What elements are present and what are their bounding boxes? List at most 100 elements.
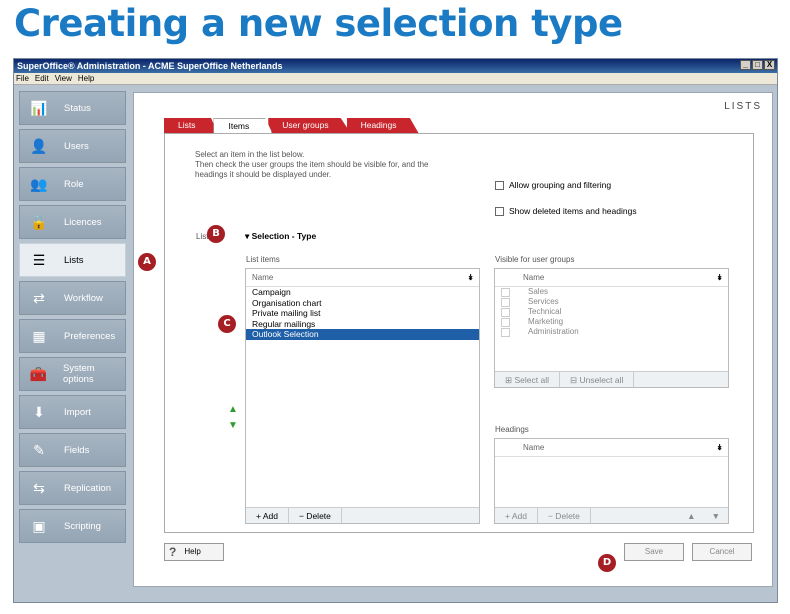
unselect-all-button[interactable]: ⊟ Unselect all — [560, 372, 635, 387]
add-heading-button[interactable]: + Add — [495, 508, 538, 523]
window-titlebar: SuperOffice® Administration - ACME Super… — [14, 59, 777, 73]
group-row[interactable]: Sales — [495, 287, 728, 297]
sidebar-item-label: Import — [64, 406, 91, 418]
select-all-button[interactable]: ⊞ Select all — [495, 372, 560, 387]
sidebar-item-label: Role — [64, 178, 84, 190]
checkbox-box[interactable] — [495, 206, 504, 216]
workflow-icon: ⇄ — [33, 289, 45, 306]
scripting-icon: ▣ — [32, 517, 46, 534]
sidebar-item-system-options[interactable]: 🧰 System options — [19, 357, 126, 391]
headings-column-header[interactable]: Name ↡ — [495, 439, 728, 457]
sidebar-item-preferences[interactable]: ▦ Preferences — [19, 319, 126, 353]
group-label: Marketing — [528, 317, 564, 326]
group-label: Services — [528, 297, 559, 306]
column-label: Name — [523, 443, 545, 452]
fields-icon: ✎ — [33, 441, 45, 458]
group-row[interactable]: Services — [495, 297, 728, 307]
delete-heading-button[interactable]: − Delete — [538, 508, 591, 523]
checkbox-box[interactable] — [501, 287, 510, 297]
sidebar-item-users[interactable]: 👤 Users — [19, 129, 126, 163]
list-item[interactable]: Regular mailings — [246, 319, 479, 330]
list-items-column-header[interactable]: Name ↡ — [246, 269, 479, 287]
menu-bar: File Edit View Help — [14, 73, 777, 85]
group-row[interactable]: Marketing — [495, 317, 728, 327]
close-button[interactable]: X — [764, 60, 775, 70]
system-options-icon: 🧰 — [29, 365, 48, 382]
app-window: SuperOffice® Administration - ACME Super… — [13, 58, 778, 603]
window-title: SuperOffice® Administration - ACME Super… — [17, 61, 283, 71]
sidebar-item-label: Preferences — [64, 330, 116, 342]
sidebar-item-scripting[interactable]: ▣ Scripting — [19, 509, 126, 543]
maximize-button[interactable]: □ — [752, 60, 763, 70]
tab-user-groups[interactable]: User groups — [268, 118, 351, 133]
headings-panel: Name ↡ + Add − Delete ▲ ▼ — [494, 438, 729, 524]
items-tab-content: Select an item in the list below. Then c… — [164, 133, 754, 533]
sidebar-item-label: Users — [64, 140, 89, 152]
instruction-line: Then check the user groups the item shou… — [195, 160, 429, 169]
add-item-button[interactable]: + Add — [246, 508, 289, 523]
group-row[interactable]: Administration — [495, 327, 728, 337]
heading-up-icon[interactable]: ▲ — [679, 511, 703, 521]
sidebar-item-label: Status — [64, 102, 91, 114]
sidebar-item-import[interactable]: ⬇ Import — [19, 395, 126, 429]
lists-icon: ☰ — [32, 251, 46, 268]
save-button[interactable]: Save — [624, 543, 684, 561]
visible-groups-title: Visible for user groups — [495, 255, 575, 264]
sidebar-item-lists[interactable]: ☰ Lists — [19, 243, 126, 277]
status-icon: 📊 — [30, 99, 48, 116]
list-item-selected[interactable]: Outlook Selection — [246, 329, 479, 340]
sidebar-item-workflow[interactable]: ⇄ Workflow — [19, 281, 126, 315]
sidebar-item-role[interactable]: 👥 Role — [19, 167, 126, 201]
visible-groups-panel: Name ↡ Sales Services Technical Marketing… — [494, 268, 729, 388]
button-label: Help — [184, 547, 201, 556]
role-icon: 👥 — [30, 175, 48, 192]
tab-headings[interactable]: Headings — [346, 118, 419, 133]
users-icon: 👤 — [30, 137, 48, 154]
minimize-button[interactable]: _ — [740, 60, 751, 70]
checkbox-box[interactable] — [501, 297, 510, 307]
checkbox-box[interactable] — [501, 327, 510, 337]
menu-view[interactable]: View — [55, 73, 72, 84]
sort-icon[interactable]: ↡ — [716, 269, 723, 287]
list-item[interactable]: Organisation chart — [246, 298, 479, 309]
column-label: Name — [252, 273, 274, 282]
heading-down-icon[interactable]: ▼ — [704, 511, 728, 521]
menu-edit[interactable]: Edit — [35, 73, 49, 84]
callout-c: C — [218, 315, 236, 333]
callout-b: B — [207, 225, 225, 243]
group-row[interactable]: Technical — [495, 307, 728, 317]
checkbox-box[interactable] — [501, 317, 510, 327]
sidebar-item-replication[interactable]: ⇆ Replication — [19, 471, 126, 505]
delete-item-button[interactable]: − Delete — [289, 508, 342, 523]
checkbox-label: Allow grouping and filtering — [509, 180, 612, 190]
list-item[interactable]: Campaign — [246, 287, 479, 298]
headings-title: Headings — [495, 425, 529, 434]
checkbox-label: Show deleted items and headings — [509, 206, 637, 216]
sort-icon[interactable]: ↡ — [716, 439, 723, 457]
groups-column-header[interactable]: Name ↡ — [495, 269, 728, 287]
menu-file[interactable]: File — [16, 73, 29, 84]
page-title: Creating a new selection type — [14, 2, 623, 45]
checkbox-box[interactable] — [501, 307, 510, 317]
sidebar-item-fields[interactable]: ✎ Fields — [19, 433, 126, 467]
tab-items[interactable]: Items — [213, 118, 273, 133]
menu-help[interactable]: Help — [78, 73, 94, 84]
allow-grouping-checkbox[interactable]: Allow grouping and filtering — [495, 180, 611, 190]
sidebar-item-licences[interactable]: 🔒 Licences — [19, 205, 126, 239]
replication-icon: ⇆ — [33, 479, 45, 496]
move-down-icon[interactable]: ▼ — [228, 420, 238, 431]
cancel-button[interactable]: Cancel — [692, 543, 752, 561]
show-deleted-checkbox[interactable]: Show deleted items and headings — [495, 206, 637, 216]
headings-toolbar: + Add − Delete ▲ ▼ — [495, 507, 728, 523]
sidebar: 📊 Status 👤 Users 👥 Role 🔒 Licences ☰ Lists ⇄ W… — [16, 89, 128, 547]
help-button[interactable]: ? Help — [164, 543, 224, 561]
tab-lists[interactable]: Lists — [164, 118, 218, 133]
list-items-panel: Name ↡ Campaign Organisation chart Privat… — [245, 268, 480, 524]
list-dropdown[interactable]: ▾ Selection - Type — [245, 231, 316, 242]
sidebar-item-label: Fields — [64, 444, 90, 456]
move-up-icon[interactable]: ▲ — [228, 404, 238, 415]
sidebar-item-status[interactable]: 📊 Status — [19, 91, 126, 125]
sort-icon[interactable]: ↡ — [467, 269, 474, 287]
checkbox-box[interactable] — [495, 180, 504, 190]
list-item[interactable]: Private mailing list — [246, 308, 479, 319]
